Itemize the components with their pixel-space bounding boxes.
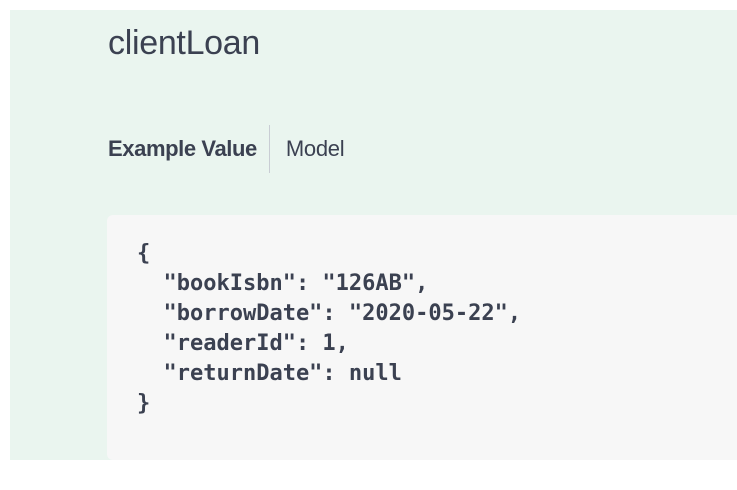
model-title: clientLoan xyxy=(108,24,261,62)
json-line-reader-id: "readerId": 1, xyxy=(137,331,349,356)
json-line-return-date: "returnDate": null xyxy=(137,361,402,386)
json-line-book-isbn: "bookIsbn": "126AB", xyxy=(137,271,429,296)
example-json: { "bookIsbn": "126AB", "borrowDate": "20… xyxy=(137,239,521,419)
example-value-code-block: { "bookIsbn": "126AB", "borrowDate": "20… xyxy=(107,215,737,460)
tab-example-value[interactable]: Example Value xyxy=(108,136,269,162)
model-panel: clientLoan Example Value Model { "bookIs… xyxy=(10,10,737,460)
json-open-brace: { xyxy=(137,241,151,266)
model-tabs: Example Value Model xyxy=(108,123,345,175)
json-line-borrow-date: "borrowDate": "2020-05-22", xyxy=(137,301,522,326)
json-close-brace: } xyxy=(137,391,151,416)
tab-model[interactable]: Model xyxy=(270,136,345,162)
